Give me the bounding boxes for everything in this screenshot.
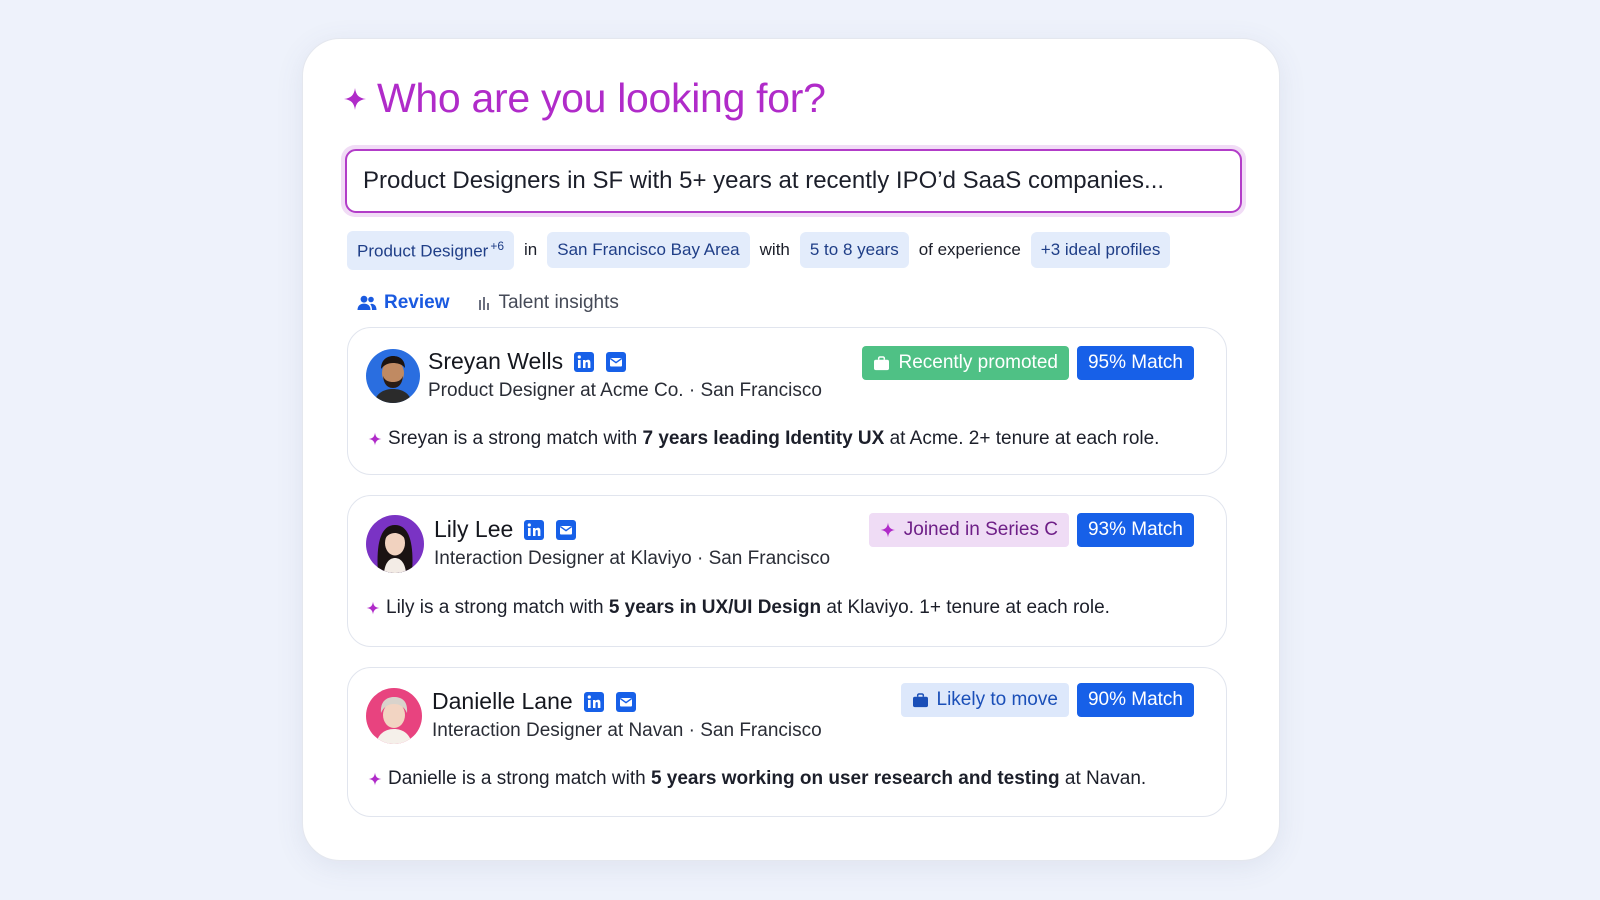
avatar	[366, 349, 420, 403]
summary-text-end: at Klaviyo. 1+ tenure at each role.	[821, 597, 1110, 618]
mail-icon[interactable]	[605, 351, 627, 373]
connector-in: in	[524, 240, 538, 260]
candidate-name[interactable]: Danielle Lane	[432, 688, 573, 715]
role-more-count: +6	[490, 239, 505, 253]
candidate-role: Interaction Designer at Navan · San Fran…	[432, 720, 822, 741]
status-badge: Likely to move	[900, 683, 1069, 717]
candidate-summary: Danielle is a strong match with 5 years …	[368, 768, 1146, 790]
role-chip-label: Product Designer	[357, 241, 489, 261]
mail-icon[interactable]	[615, 691, 637, 713]
match-badge: 93% Match	[1076, 513, 1194, 547]
summary-highlight: 7 years leading Identity UX	[642, 428, 885, 449]
search-input[interactable]	[345, 149, 1242, 213]
result-tabs: Review Talent insights	[357, 292, 619, 314]
candidate-role: Product Designer at Acme Co. · San Franc…	[428, 380, 822, 401]
mail-icon[interactable]	[555, 519, 577, 541]
linkedin-icon[interactable]	[523, 519, 545, 541]
tab-review-label: Review	[384, 292, 450, 313]
summary-text-end: at Navan.	[1059, 768, 1147, 789]
candidate-name[interactable]: Lily Lee	[434, 516, 513, 543]
location-chip[interactable]: San Francisco Bay Area	[547, 232, 750, 269]
tab-review[interactable]: Review	[357, 292, 449, 314]
candidate-card[interactable]: Lily Lee Interaction Designer at Klaviyo…	[347, 495, 1227, 647]
search-field-wrapper	[341, 145, 1246, 217]
sparkle-icon	[344, 87, 366, 110]
candidate-name[interactable]: Sreyan Wells	[428, 348, 563, 375]
sparkle-icon	[366, 601, 380, 615]
candidate-card[interactable]: Sreyan Wells Product Designer at Acme Co…	[347, 327, 1227, 475]
ideal-profiles-chip[interactable]: +3 ideal profiles	[1030, 232, 1171, 269]
search-card: Who are you looking for? Product Designe…	[302, 38, 1280, 861]
summary-text: Lily is a strong match with	[386, 597, 609, 618]
summary-text: Danielle is a strong match with	[388, 768, 651, 789]
users-icon	[357, 295, 377, 310]
candidate-summary: Lily is a strong match with 5 years in U…	[366, 597, 1110, 619]
avatar	[366, 688, 422, 744]
summary-text-end: at Acme. 2+ tenure at each role.	[884, 428, 1160, 449]
tab-talent-insights[interactable]: Talent insights	[477, 292, 619, 314]
tab-talent-insights-label: Talent insights	[498, 292, 619, 313]
briefcase-icon	[874, 355, 890, 370]
linkedin-icon[interactable]	[573, 351, 595, 373]
sparkle-icon	[880, 522, 896, 538]
summary-text: Sreyan is a strong match with	[388, 428, 643, 449]
status-badge-label: Joined in Series C	[903, 519, 1058, 540]
experience-chip[interactable]: 5 to 8 years	[799, 232, 909, 269]
match-badge: 95% Match	[1076, 346, 1194, 380]
page-title: Who are you looking for?	[343, 75, 826, 122]
sparkle-icon	[368, 432, 382, 446]
avatar	[366, 515, 424, 573]
candidate-card[interactable]: Danielle Lane Interaction Designer at Na…	[347, 667, 1227, 817]
status-badge: Joined in Series C	[868, 513, 1069, 547]
role-chip[interactable]: Product Designer +6	[347, 231, 515, 270]
summary-highlight: 5 years working on user research and tes…	[650, 768, 1060, 789]
connector-of-experience: of experience	[918, 240, 1021, 260]
title-text: Who are you looking for?	[377, 75, 826, 121]
match-badge: 90% Match	[1076, 683, 1194, 717]
status-badge: Recently promoted	[862, 346, 1069, 380]
status-badge-label: Recently promoted	[898, 352, 1058, 373]
bar-chart-icon	[479, 297, 490, 310]
briefcase-icon	[912, 692, 928, 707]
candidate-summary: Sreyan is a strong match with 7 years le…	[368, 428, 1159, 450]
sparkle-icon	[368, 772, 382, 786]
filter-summary: Product Designer +6 in San Francisco Bay …	[347, 231, 1171, 270]
linkedin-icon[interactable]	[583, 691, 605, 713]
summary-highlight: 5 years in UX/UI Design	[608, 597, 822, 618]
status-badge-label: Likely to move	[936, 689, 1058, 710]
connector-with: with	[759, 240, 790, 260]
candidate-role: Interaction Designer at Klaviyo · San Fr…	[434, 548, 831, 569]
